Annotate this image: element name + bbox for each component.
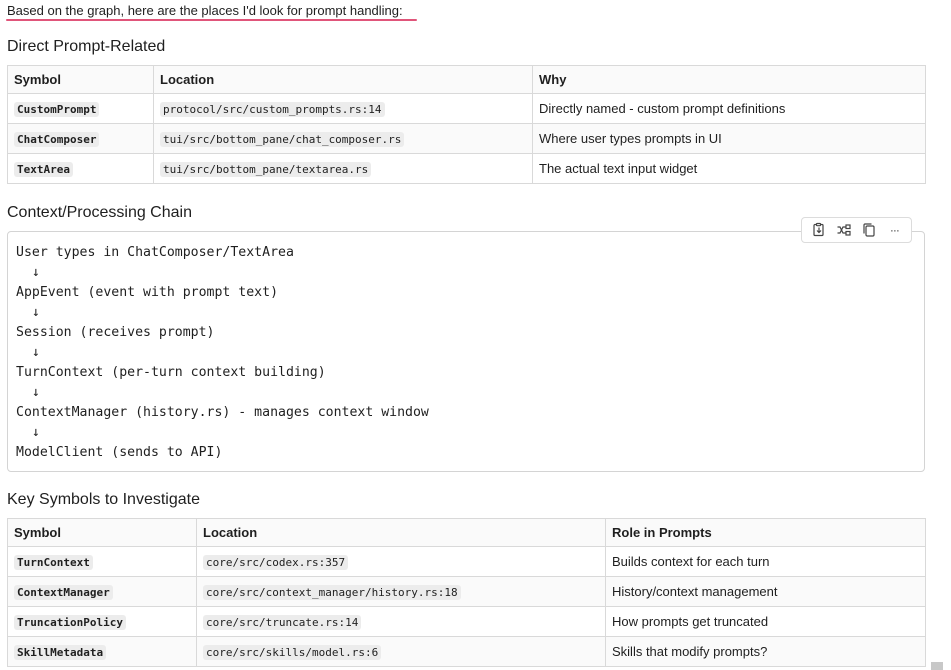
location-code: tui/src/bottom_pane/chat_composer.rs [160, 132, 405, 147]
code-line: TurnContext (per-turn context building) [16, 365, 326, 380]
role-cell: Skills that modify prompts? [605, 636, 926, 667]
direct-prompt-table: Symbol Location Why CustomPrompt protoco… [7, 65, 926, 184]
role-cell: History/context management [605, 576, 926, 607]
location-code: core/src/codex.rs:357 [203, 555, 349, 570]
column-header: Symbol [7, 518, 197, 547]
table-row: TruncationPolicy core/src/truncate.rs:14… [7, 606, 926, 637]
why-cell: Directly named - custom prompt definitio… [532, 93, 926, 124]
location-code: protocol/src/custom_prompts.rs:14 [160, 102, 385, 117]
symbol-cell: ChatComposer [7, 123, 154, 154]
code-line: User types in ChatComposer/TextArea [16, 245, 294, 260]
location-cell: tui/src/bottom_pane/textarea.rs [153, 153, 533, 184]
table-row: ChatComposer tui/src/bottom_pane/chat_co… [7, 123, 926, 154]
code-content: User types in ChatComposer/TextArea ↓ Ap… [16, 243, 429, 463]
location-cell: core/src/truncate.rs:14 [196, 606, 606, 637]
code-line: ↓ [16, 265, 40, 280]
symbol-cell: TruncationPolicy [7, 606, 197, 637]
role-cell: How prompts get truncated [605, 606, 926, 637]
column-header: Why [532, 65, 926, 94]
code-line: ↓ [16, 305, 40, 320]
location-cell: core/src/context_manager/history.rs:18 [196, 576, 606, 607]
code-line: ↓ [16, 425, 40, 440]
section-heading-key-symbols: Key Symbols to Investigate [7, 491, 200, 508]
insert-into-file-icon[interactable] [808, 220, 830, 240]
symbol-code: SkillMetadata [14, 645, 107, 660]
symbol-cell: TurnContext [7, 546, 197, 577]
column-header: Symbol [7, 65, 154, 94]
code-line: ↓ [16, 345, 40, 360]
column-header: Location [196, 518, 606, 547]
intro-text: Based on the graph, here are the places … [7, 3, 403, 18]
table-row: ContextManager core/src/context_manager/… [7, 576, 926, 607]
code-line: ContextManager (history.rs) - manages co… [16, 405, 429, 420]
symbol-cell: ContextManager [7, 576, 197, 607]
code-toolbar: ··· [801, 217, 912, 243]
apply-diff-icon[interactable] [833, 220, 855, 240]
key-symbols-table: Symbol Location Role in Prompts TurnCont… [7, 518, 926, 667]
section-heading-direct: Direct Prompt-Related [7, 38, 166, 55]
table-row: SkillMetadata core/src/skills/model.rs:6… [7, 636, 926, 667]
scrollbar-thumb[interactable] [931, 662, 943, 670]
symbol-code: ChatComposer [14, 132, 100, 147]
code-line: AppEvent (event with prompt text) [16, 285, 279, 300]
location-code: core/src/skills/model.rs:6 [203, 645, 382, 660]
table-row: CustomPrompt protocol/src/custom_prompts… [7, 93, 926, 124]
table-row: TextArea tui/src/bottom_pane/textarea.rs… [7, 153, 926, 184]
code-block: User types in ChatComposer/TextArea ↓ Ap… [7, 231, 925, 472]
symbol-code: ContextManager [14, 585, 113, 600]
code-line: ↓ [16, 385, 40, 400]
section-heading-chain: Context/Processing Chain [7, 204, 192, 221]
location-cell: core/src/codex.rs:357 [196, 546, 606, 577]
code-line: Session (receives prompt) [16, 325, 215, 340]
code-line: ModelClient (sends to API) [16, 445, 223, 460]
why-cell: Where user types prompts in UI [532, 123, 926, 154]
copy-icon[interactable] [858, 220, 880, 240]
table-row: TurnContext core/src/codex.rs:357 Builds… [7, 546, 926, 577]
more-icon[interactable]: ··· [883, 220, 905, 240]
symbol-cell: TextArea [7, 153, 154, 184]
location-code: core/src/truncate.rs:14 [203, 615, 362, 630]
why-cell: The actual text input widget [532, 153, 926, 184]
symbol-cell: CustomPrompt [7, 93, 154, 124]
symbol-code: TruncationPolicy [14, 615, 126, 630]
spellcheck-underline [6, 19, 417, 21]
location-cell: tui/src/bottom_pane/chat_composer.rs [153, 123, 533, 154]
location-cell: protocol/src/custom_prompts.rs:14 [153, 93, 533, 124]
table-header-row: Symbol Location Why [7, 65, 926, 94]
symbol-code: TurnContext [14, 555, 93, 570]
location-cell: core/src/skills/model.rs:6 [196, 636, 606, 667]
location-code: core/src/context_manager/history.rs:18 [203, 585, 461, 600]
column-header: Role in Prompts [605, 518, 926, 547]
location-code: tui/src/bottom_pane/textarea.rs [160, 162, 372, 177]
symbol-code: CustomPrompt [14, 102, 100, 117]
column-header: Location [153, 65, 533, 94]
symbol-code: TextArea [14, 162, 73, 177]
table-header-row: Symbol Location Role in Prompts [7, 518, 926, 547]
symbol-cell: SkillMetadata [7, 636, 197, 667]
role-cell: Builds context for each turn [605, 546, 926, 577]
